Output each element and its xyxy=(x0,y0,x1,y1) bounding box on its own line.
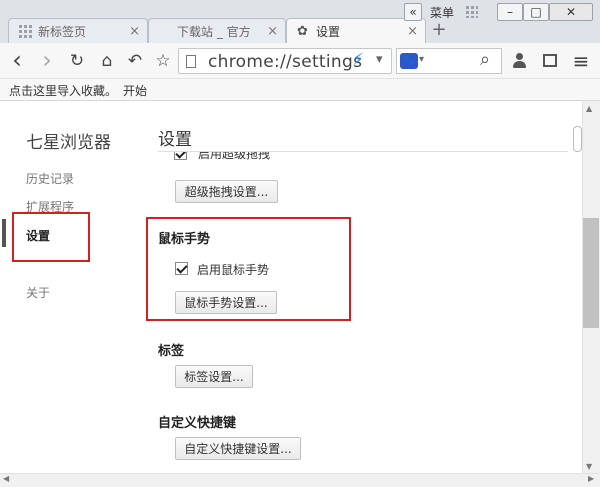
window-icon[interactable] xyxy=(543,54,557,67)
search-engine-icon[interactable]: 🐾 xyxy=(400,53,418,69)
highlight-box-gesture xyxy=(146,217,351,321)
shortcut-settings-button[interactable]: 自定义快捷键设置... xyxy=(175,437,301,460)
highlight-box-settings xyxy=(12,212,90,262)
bookmark-star-icon[interactable]: ☆ xyxy=(152,50,174,72)
scroll-down-icon[interactable]: ▼ xyxy=(586,462,592,471)
users-icon[interactable] xyxy=(512,53,526,69)
chevron-down-icon[interactable]: ▾ xyxy=(419,54,424,65)
search-icon[interactable]: ⌕ xyxy=(480,49,490,70)
browser-name: 七星浏览器 xyxy=(26,133,111,153)
chevron-left-icon[interactable]: « xyxy=(404,3,422,21)
close-icon[interactable]: × xyxy=(267,24,278,39)
tab-label: 设置 xyxy=(316,24,341,39)
grid-menu-icon[interactable] xyxy=(461,3,483,21)
scroll-left-icon[interactable]: ◀ xyxy=(3,474,9,483)
minimize-button[interactable]: – xyxy=(497,3,523,21)
menu-label-button[interactable]: 菜单 xyxy=(426,3,458,21)
tab-settings[interactable]: ✿ 设置 × xyxy=(286,18,426,43)
forward-icon[interactable]: › xyxy=(36,48,58,72)
scroll-up-icon[interactable]: ▲ xyxy=(586,104,592,113)
section-title-shortcuts: 自定义快捷键 xyxy=(158,416,237,431)
start-bookmark[interactable]: 开始 xyxy=(123,82,147,99)
reload-icon[interactable]: ↻ xyxy=(66,50,88,72)
back-icon[interactable]: ‹ xyxy=(6,48,28,72)
url-text[interactable]: chrome://settings xyxy=(208,52,362,72)
vertical-scrollbar-thumb[interactable] xyxy=(583,218,599,328)
page-title: 设置 xyxy=(158,130,192,150)
gear-icon: ✿ xyxy=(297,23,308,39)
tab-new-tab[interactable]: 新标签页 × xyxy=(8,18,148,43)
section-title-tabs: 标签 xyxy=(158,344,185,359)
scroll-right-icon[interactable]: ▶ xyxy=(588,474,594,483)
close-icon[interactable]: × xyxy=(129,24,140,39)
home-icon[interactable]: ⌂ xyxy=(96,50,118,72)
grid-icon xyxy=(19,24,32,38)
menu-icon[interactable]: ≡ xyxy=(570,50,592,72)
close-window-button[interactable]: ✕ xyxy=(549,3,593,21)
import-bookmarks-link[interactable]: 点击这里导入收藏。 xyxy=(9,82,117,99)
close-icon[interactable]: × xyxy=(407,24,418,39)
drag-option-row: 启用超级拖拽 xyxy=(158,152,458,164)
maximize-button[interactable]: □ xyxy=(523,3,549,21)
inner-scrollbar[interactable] xyxy=(573,126,582,152)
tab-settings-button[interactable]: 标签设置... xyxy=(175,365,253,388)
undo-icon[interactable]: ↶ xyxy=(124,50,146,72)
sidebar-item-about[interactable]: 关于 xyxy=(26,284,50,301)
drag-checkbox[interactable] xyxy=(174,152,187,160)
lightning-icon[interactable]: ⚡ xyxy=(352,50,364,70)
tab-label: 新标签页 xyxy=(38,24,87,39)
super-drag-settings-button[interactable]: 超级拖拽设置... xyxy=(175,180,278,203)
sidebar-item-history[interactable]: 历史记录 xyxy=(26,170,74,187)
horizontal-scrollbar-track[interactable] xyxy=(0,473,600,487)
chevron-down-icon[interactable]: ▾ xyxy=(376,52,383,67)
tab-download-site[interactable]: 下载站 _ 官方 × xyxy=(148,18,286,43)
new-tab-button[interactable]: + xyxy=(426,20,452,42)
drag-checkbox-label: 启用超级拖拽 xyxy=(198,152,271,161)
tab-label: 下载站 _ 官方 xyxy=(177,24,251,39)
page-icon xyxy=(186,55,196,68)
active-indicator xyxy=(2,219,6,247)
